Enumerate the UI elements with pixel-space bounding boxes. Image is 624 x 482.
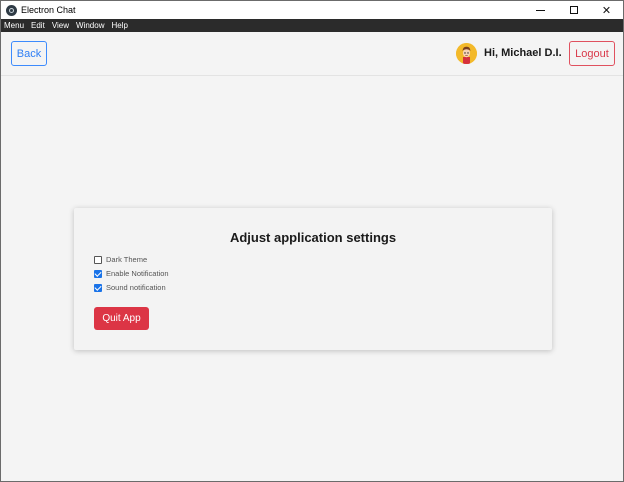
- menu-bar: Menu Edit View Window Help: [1, 19, 623, 32]
- close-icon: ✕: [601, 3, 612, 17]
- window-title: Electron Chat: [21, 5, 76, 15]
- option-dark-theme[interactable]: Dark Theme: [94, 255, 147, 264]
- settings-card: Adjust application settings Dark Theme E…: [74, 208, 552, 350]
- minimize-button[interactable]: [524, 1, 557, 19]
- enable-notification-checkbox[interactable]: [94, 269, 102, 278]
- back-button[interactable]: Back: [11, 41, 47, 66]
- quit-app-button[interactable]: Quit App: [94, 307, 149, 330]
- close-button[interactable]: ✕: [590, 1, 623, 19]
- menu-item-help[interactable]: Help: [111, 19, 127, 32]
- maximize-button[interactable]: [557, 1, 590, 19]
- user-greeting: Hi, Michael D.I.: [484, 47, 562, 59]
- menu-item-window[interactable]: Window: [76, 19, 104, 32]
- menu-item-edit[interactable]: Edit: [31, 19, 45, 32]
- app-window: Electron Chat ✕ Menu Edit View Window He…: [0, 0, 624, 482]
- electron-app-icon: [6, 4, 17, 16]
- logout-button[interactable]: Logout: [569, 41, 615, 66]
- user-avatar-icon: [456, 43, 477, 64]
- option-enable-notification[interactable]: Enable Notification: [94, 269, 169, 278]
- settings-title: Adjust application settings: [229, 230, 397, 245]
- minimize-icon: [536, 9, 545, 11]
- option-label: Sound notification: [106, 283, 166, 292]
- option-sound-notification[interactable]: Sound notification: [94, 283, 166, 292]
- sound-notification-checkbox[interactable]: [94, 283, 102, 292]
- app-header: Back Hi, Michael D.I. Logout: [1, 32, 623, 76]
- window-controls: ✕: [524, 1, 623, 19]
- title-bar[interactable]: Electron Chat ✕: [1, 1, 623, 19]
- option-label: Dark Theme: [106, 255, 148, 264]
- option-label: Enable Notification: [106, 269, 169, 278]
- menu-item-view[interactable]: View: [52, 19, 69, 32]
- dark-theme-checkbox[interactable]: [94, 255, 102, 264]
- menu-item-menu[interactable]: Menu: [4, 19, 24, 32]
- maximize-icon: [569, 6, 578, 14]
